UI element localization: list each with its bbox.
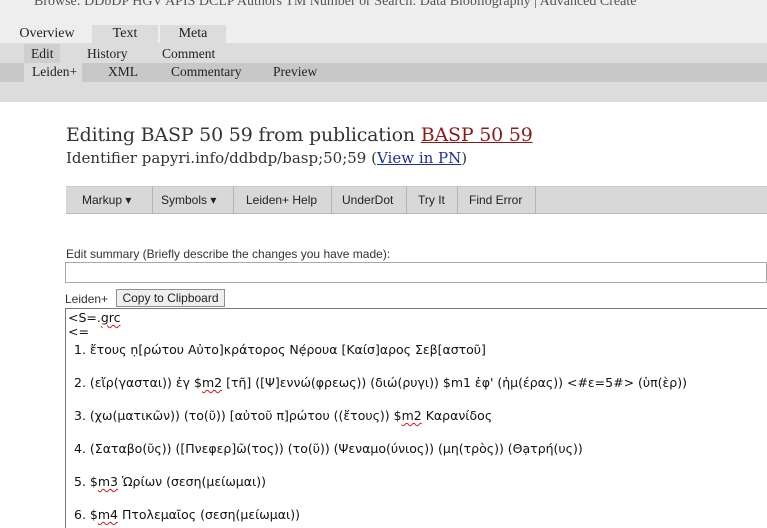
editor-header-line: <S=.grc — [68, 310, 121, 325]
page-title: Editing BASP 50 59 from publication BASP… — [66, 124, 533, 146]
spellcheck-word: grc — [100, 310, 121, 325]
underdot-button[interactable]: UnderDot — [332, 187, 407, 214]
primary-tabs: Overview Text Meta — [0, 23, 767, 43]
browse-bar: Browse: DDbDP HGV APIS DCLP Authors TM N… — [0, 0, 767, 22]
line-text: (χω(ματικῶν)) (το(ῦ)) [αὐτοῦ π]ρώτου ((ἔ… — [89, 408, 402, 423]
tab-history[interactable]: History — [87, 44, 128, 63]
editor-text-line: 6. $m4 Πτολεμαῖος (σεση(μείωμαι)) — [74, 507, 300, 522]
tab-leiden-plus[interactable]: Leiden+ — [24, 63, 82, 82]
find-error-button[interactable]: Find Error — [458, 187, 536, 214]
editor-text-line: 5. $m3 Ὡρίων (σεση(μείωμαι)) — [74, 474, 266, 489]
tab-preview[interactable]: Preview — [273, 63, 317, 82]
line-number: 5. — [74, 474, 86, 489]
edit-summary-input[interactable] — [65, 262, 767, 283]
editor-header-line: <= — [68, 324, 89, 339]
line-text: Ὡρίων (σεση(μείωμαι)) — [118, 474, 266, 489]
symbols-menu-button[interactable]: Symbols ▾ — [153, 187, 234, 214]
tab-text[interactable]: Text — [92, 25, 158, 43]
tab-comment[interactable]: Comment — [162, 44, 215, 63]
line-number: 4. — [74, 441, 86, 456]
editor-mode-tabs: Leiden+ XML Commentary Preview — [0, 63, 767, 82]
publication-link[interactable]: BASP 50 59 — [421, 124, 533, 146]
page-title-text: Editing BASP 50 59 from publication — [66, 124, 421, 146]
line-text: Πτολεμαῖος (σεση(μείωμαι)) — [118, 507, 300, 522]
identifier-text: Identifier papyri.info/ddbdp/basp;50;59 … — [66, 149, 377, 167]
editor-text-line: 4. (Σαταβο(ῦς)) ([Πνεφερ]ῶ(τος)) (το(ῦ))… — [74, 441, 583, 456]
header-prefix: <S=. — [68, 310, 101, 325]
line-text: Καρανίδος — [421, 408, 493, 423]
line-text: ἔτους ṇ[ρώτου Αὐτο]κράτορος Νẹ́ρουα [Καί… — [89, 342, 486, 357]
tab-overview[interactable]: Overview — [16, 25, 78, 43]
view-in-pn-link[interactable]: View in PN — [377, 149, 461, 167]
line-text: (εἴρ(γασται)) ἐγ $ — [89, 375, 202, 390]
try-it-button[interactable]: Try It — [407, 187, 458, 214]
editor-text-line: 3. (χω(ματικῶν)) (το(ῦ)) [αὐτοῦ π]ρώτου … — [74, 408, 492, 423]
spellcheck-word: m3 — [97, 474, 119, 489]
line-text: (Σαταβο(ῦς)) ([Πνεφερ]ῶ(τος)) (το(ῦ)) (Ψ… — [89, 441, 583, 456]
secondary-tabs: Edit History Comment — [0, 43, 767, 63]
leiden-toolbar: Markup ▾ Symbols ▾ Leiden+ Help UnderDot… — [66, 186, 767, 214]
identifier-line: Identifier papyri.info/ddbdp/basp;50;59 … — [66, 149, 467, 167]
line-text: $ — [89, 507, 98, 522]
tab-commentary[interactable]: Commentary — [171, 63, 242, 82]
identifier-close: ) — [461, 149, 468, 167]
edit-summary-label: Edit summary (Briefly describe the chang… — [66, 247, 391, 261]
line-number: 6. — [74, 507, 86, 522]
tab-edit[interactable]: Edit — [24, 44, 60, 63]
line-text: $ — [89, 474, 98, 489]
tab-meta[interactable]: Meta — [160, 25, 226, 43]
browse-bar-text: Browse: DDbDP HGV APIS DCLP Authors TM N… — [34, 0, 637, 9]
line-number: 3. — [74, 408, 86, 423]
tab-xml[interactable]: XML — [108, 63, 138, 82]
editor-text-line: 1. ἔτους ṇ[ρώτου Αὐτο]κράτορος Νẹ́ρουα [… — [74, 342, 486, 357]
editor-text-line: 2. (εἴρ(γασται)) ἐγ $m2 [τῆ] ([Ψ]εννώ(φρ… — [74, 375, 687, 390]
line-text: [τῆ] ([Ψ]εννώ(φρεως)) (διώ(ρυγι)) $m1 ἐφ… — [222, 375, 687, 390]
subtab-band — [0, 82, 767, 102]
markup-menu-button[interactable]: Markup ▾ — [66, 187, 153, 214]
line-number: 1. — [74, 342, 86, 357]
leiden-label: Leiden+ — [65, 292, 109, 306]
copy-to-clipboard-button[interactable]: Copy to Clipboard — [116, 289, 225, 307]
leiden-editor-textarea[interactable]: <S=.grc <= 1. ἔτους ṇ[ρώτου Αὐτο]κράτορο… — [65, 308, 767, 528]
spellcheck-word: m2 — [201, 375, 223, 390]
spellcheck-word: m2 — [401, 408, 422, 423]
spellcheck-word: m4 — [97, 507, 119, 522]
line-number: 2. — [74, 375, 86, 390]
leiden-help-button[interactable]: Leiden+ Help — [234, 187, 332, 214]
